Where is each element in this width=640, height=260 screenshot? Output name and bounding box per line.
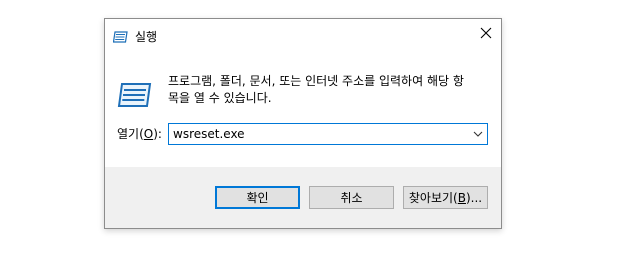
- close-icon: [480, 27, 492, 42]
- open-label: 열기(O):: [117, 127, 162, 141]
- run-icon: [112, 30, 129, 44]
- ok-button[interactable]: 확인: [215, 186, 300, 209]
- run-icon: [117, 81, 153, 109]
- dialog-content: 프로그램, 폴더, 문서, 또는 인터넷 주소를 입력하여 해당 항 목을 열 …: [105, 49, 501, 167]
- title-bar[interactable]: 실행: [105, 19, 501, 49]
- description-text: 프로그램, 폴더, 문서, 또는 인터넷 주소를 입력하여 해당 항 목을 열 …: [168, 74, 464, 105]
- browse-button[interactable]: 찾아보기(B)...: [403, 186, 488, 209]
- window-title: 실행: [135, 30, 158, 44]
- open-input[interactable]: wsreset.exe: [173, 126, 245, 142]
- cancel-button[interactable]: 취소: [309, 186, 394, 209]
- chevron-down-icon[interactable]: [472, 128, 484, 140]
- close-button[interactable]: [471, 19, 501, 49]
- run-dialog: 실행 프로그램, 폴더, 문서, 또는 인터넷 주소를 입력하여 해당 항 목을…: [104, 18, 502, 229]
- open-combobox[interactable]: wsreset.exe: [168, 123, 488, 145]
